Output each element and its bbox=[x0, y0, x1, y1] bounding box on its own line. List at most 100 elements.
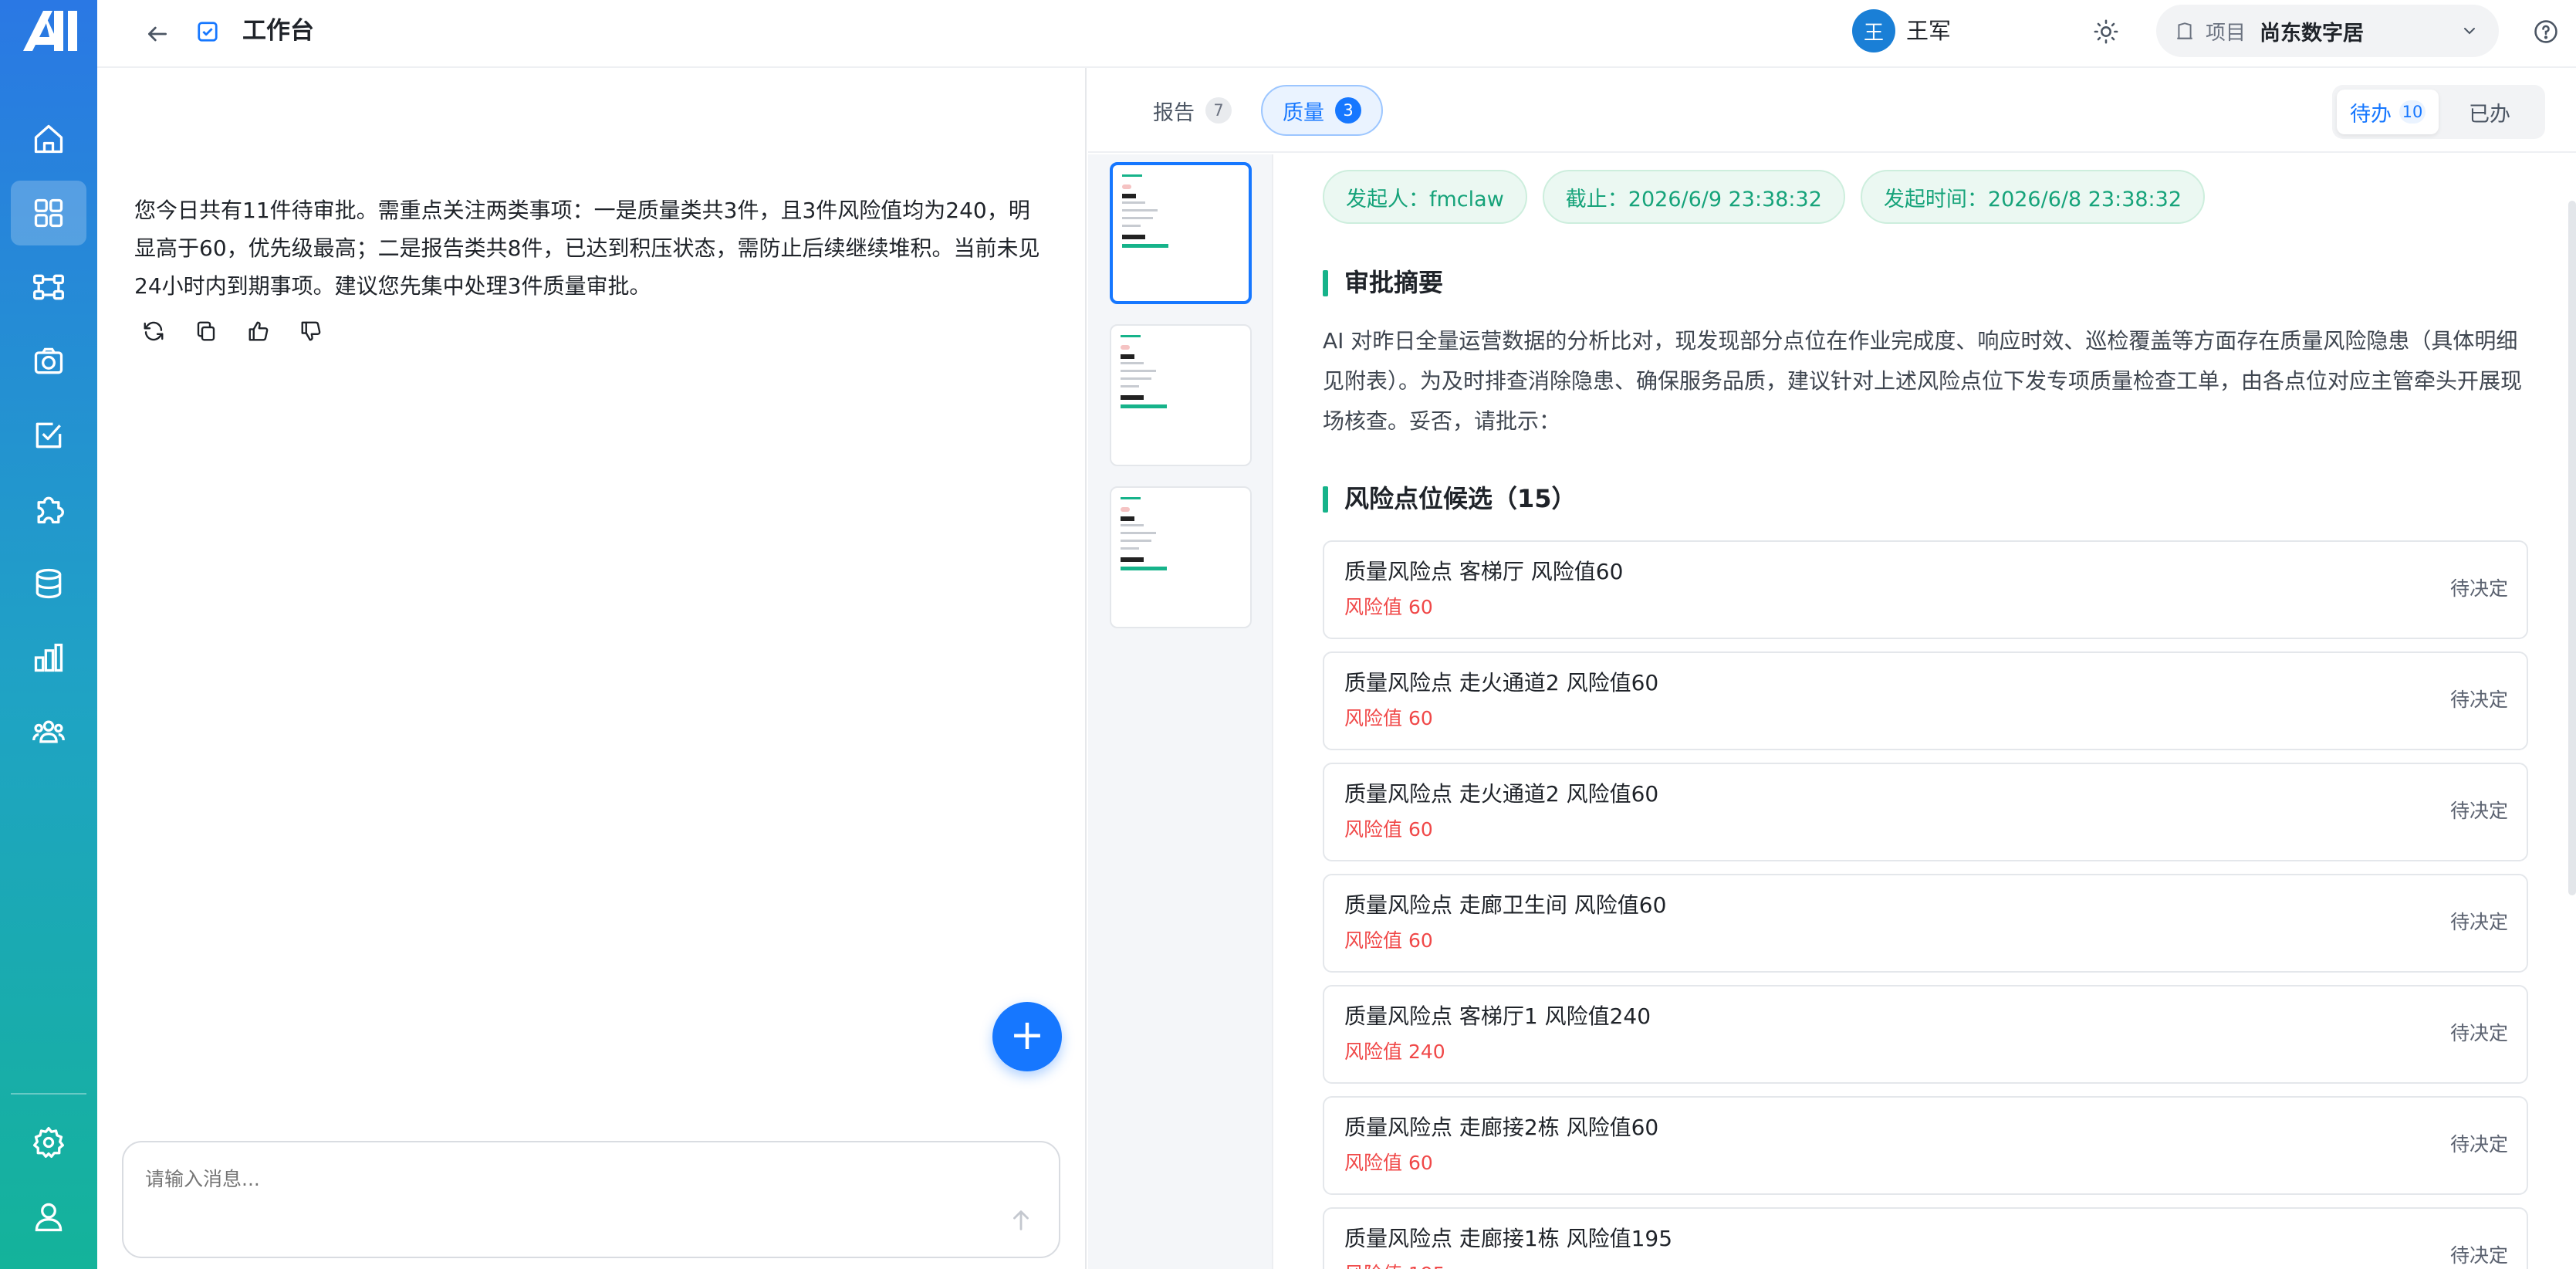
decision-status: 待决定 bbox=[2449, 1022, 2508, 1044]
project-label: 项目 bbox=[2206, 21, 2246, 45]
theme-toggle-button[interactable] bbox=[2087, 12, 2125, 51]
help-icon bbox=[2534, 20, 2557, 43]
thumbnail-item[interactable] bbox=[1110, 486, 1252, 628]
scrollbar[interactable] bbox=[2568, 201, 2576, 895]
status-segmented-control: 待办 10 已办 bbox=[2332, 85, 2545, 139]
list-item[interactable]: 质量风险点 走火通道2 风险值60 风险值 60 待决定 bbox=[1323, 763, 2528, 861]
database-icon bbox=[35, 568, 62, 599]
approval-detail: 发起人：fmclaw 截止：2026/6/9 23:38:32 发起时间：202… bbox=[1275, 154, 2576, 1269]
project-value: 尚东数字居 bbox=[2260, 21, 2365, 46]
document-thumbnails bbox=[1088, 154, 1273, 1269]
list-item[interactable]: 质量风险点 走廊接1栋 风险值195 风险值 195 待决定 bbox=[1323, 1207, 2528, 1269]
risk-point-name: 质量风险点 走廊接1栋 风险值195 bbox=[1344, 1226, 1673, 1251]
tab-report[interactable]: 报告 7 bbox=[1133, 85, 1252, 136]
copy-button[interactable] bbox=[190, 315, 222, 347]
user-icon bbox=[35, 1203, 63, 1232]
bar-chart-icon bbox=[34, 643, 63, 672]
camera-icon bbox=[34, 347, 63, 374]
list-item[interactable]: 质量风险点 走火通道2 风险值60 风险值 60 待决定 bbox=[1323, 651, 2528, 750]
meta-chips: 发起人：fmclaw 截止：2026/6/9 23:38:32 发起时间：202… bbox=[1323, 170, 2205, 224]
list-item[interactable]: 质量风险点 走廊接2栋 风险值60 风险值 60 待决定 bbox=[1323, 1096, 2528, 1195]
sun-icon bbox=[2094, 19, 2118, 44]
risk-point-name: 质量风险点 走火通道2 风险值60 bbox=[1344, 670, 1659, 695]
sidebar-item-database[interactable] bbox=[11, 551, 86, 616]
risk-value: 风险值 60 bbox=[1344, 707, 1433, 729]
back-button[interactable] bbox=[137, 14, 177, 54]
avatar[interactable]: 王 bbox=[1852, 9, 1895, 52]
thumbs-up-icon bbox=[248, 321, 269, 341]
risk-point-name: 质量风险点 客梯厅1 风险值240 bbox=[1344, 1003, 1651, 1029]
tab-count: 3 bbox=[1335, 97, 1361, 124]
sidebar-item-workflow[interactable] bbox=[11, 255, 86, 320]
risk-value: 风险值 60 bbox=[1344, 596, 1433, 618]
decision-status: 待决定 bbox=[2449, 911, 2508, 933]
created-time-chip: 发起时间：2026/6/8 23:38:32 bbox=[1860, 170, 2205, 224]
thumbnail-item[interactable] bbox=[1110, 324, 1252, 466]
risk-value: 风险值 60 bbox=[1344, 1152, 1433, 1174]
arrow-left-icon bbox=[148, 26, 167, 42]
sidebar-item-plugins[interactable] bbox=[11, 477, 86, 542]
tab-label: 质量 bbox=[1283, 100, 1324, 125]
message-actions bbox=[137, 315, 327, 347]
help-button[interactable] bbox=[2527, 12, 2565, 51]
workbench-check-icon bbox=[198, 22, 218, 42]
thumbnail-preview bbox=[1121, 497, 1236, 570]
puzzle-icon bbox=[37, 496, 64, 524]
project-select[interactable]: 项目 尚东数字居 bbox=[2156, 5, 2499, 57]
sidebar-item-camera[interactable] bbox=[11, 329, 86, 394]
segment-label: 已办 bbox=[2469, 102, 2510, 127]
segment-pending[interactable]: 待办 10 bbox=[2337, 90, 2439, 134]
summary-heading: 审批摘要 bbox=[1323, 266, 1443, 299]
risk-value: 风险值 60 bbox=[1344, 818, 1433, 841]
tab-quality[interactable]: 质量 3 bbox=[1261, 85, 1383, 136]
decision-status: 待决定 bbox=[2449, 800, 2508, 822]
refresh-icon bbox=[144, 321, 164, 341]
decision-status: 待决定 bbox=[2449, 577, 2508, 600]
gear-icon bbox=[33, 1127, 64, 1158]
dashboard-grid-icon bbox=[34, 198, 63, 228]
risk-value: 风险值 195 bbox=[1344, 1261, 1445, 1269]
sidebar-item-settings[interactable] bbox=[11, 1110, 86, 1175]
page-title: 工作台 bbox=[242, 17, 314, 45]
thumbnail-preview bbox=[1122, 174, 1238, 248]
sidebar-divider bbox=[11, 1093, 86, 1095]
like-button[interactable] bbox=[242, 315, 275, 347]
list-item[interactable]: 质量风险点 客梯厅1 风险值240 风险值 240 待决定 bbox=[1323, 985, 2528, 1084]
sidebar-item-profile[interactable] bbox=[11, 1184, 86, 1249]
segment-done[interactable]: 已办 bbox=[2439, 90, 2541, 134]
workflow-icon bbox=[33, 274, 64, 300]
message-input[interactable] bbox=[145, 1164, 994, 1210]
sidebar-item-team[interactable] bbox=[11, 699, 86, 764]
checklist-icon bbox=[35, 422, 62, 448]
new-chat-button[interactable]: + bbox=[992, 1002, 1062, 1071]
risk-point-name: 质量风险点 走廊接2栋 风险值60 bbox=[1344, 1115, 1659, 1140]
message-composer bbox=[122, 1141, 1060, 1258]
risk-value: 风险值 240 bbox=[1344, 1041, 1445, 1063]
list-item[interactable]: 质量风险点 客梯厅 风险值60 风险值 60 待决定 bbox=[1323, 540, 2528, 639]
initiator-chip: 发起人：fmclaw bbox=[1323, 170, 1527, 224]
plus-icon: + bbox=[1009, 1010, 1045, 1059]
assistant-message: 您今日共有11件待审批。需重点关注两类事项：一是质量类共3件，且3件风险值均为2… bbox=[134, 198, 1040, 299]
segment-count: 10 bbox=[2399, 100, 2426, 124]
sidebar-item-tasks[interactable] bbox=[11, 403, 86, 468]
decision-status: 待决定 bbox=[2449, 1133, 2508, 1156]
regenerate-button[interactable] bbox=[137, 315, 170, 347]
send-button[interactable] bbox=[1006, 1206, 1036, 1235]
sidebar-item-home[interactable] bbox=[11, 107, 86, 171]
segment-label: 待办 bbox=[2350, 102, 2392, 127]
deadline-chip: 截止：2026/6/9 23:38:32 bbox=[1542, 170, 1845, 224]
app-logo[interactable] bbox=[20, 6, 82, 56]
thumbnail-item[interactable] bbox=[1110, 162, 1252, 304]
sidebar-item-workbench[interactable] bbox=[11, 181, 86, 245]
risk-point-name: 质量风险点 走火通道2 风险值60 bbox=[1344, 781, 1659, 807]
sidebar-item-reports[interactable] bbox=[11, 625, 86, 690]
summary-text: AI 对昨日全量运营数据的分析比对，现发现部分点位在作业完成度、响应时效、巡检覆… bbox=[1323, 328, 2523, 434]
risk-value: 风险值 60 bbox=[1344, 929, 1433, 952]
risk-point-list: 质量风险点 客梯厅 风险值60 风险值 60 待决定 质量风险点 走火通道2 风… bbox=[1323, 540, 2528, 1269]
tab-count: 7 bbox=[1205, 97, 1232, 124]
team-icon bbox=[32, 720, 65, 743]
dislike-button[interactable] bbox=[295, 315, 327, 347]
list-item[interactable]: 质量风险点 走廊卫生间 风险值60 风险值 60 待决定 bbox=[1323, 874, 2528, 973]
risk-point-name: 质量风险点 客梯厅 风险值60 bbox=[1344, 559, 1624, 584]
user-name[interactable]: 王军 bbox=[1906, 15, 1951, 46]
